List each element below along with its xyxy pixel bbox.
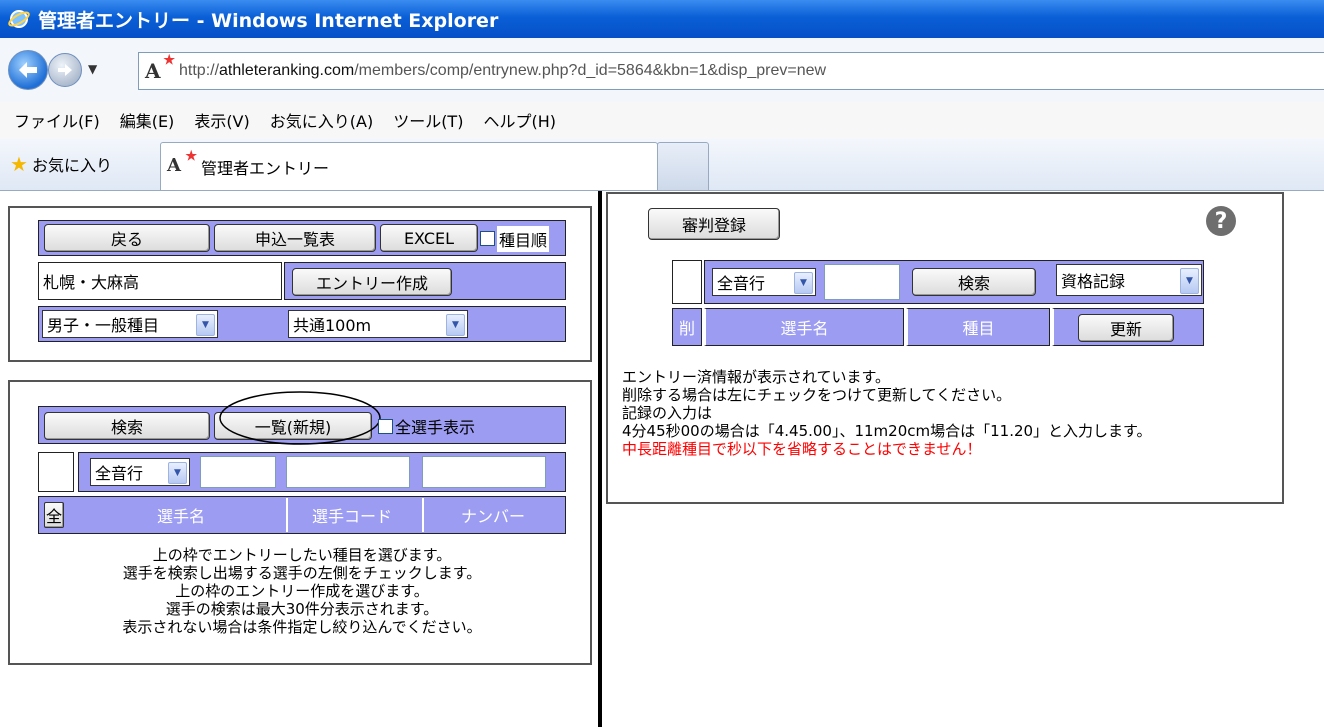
url-text: http://athleteranking.com/members/comp/e… — [179, 62, 826, 80]
chevron-down-icon: ▼ — [168, 462, 187, 484]
instruction-line: 表示されない場合は条件指定し絞り込んでください。 — [122, 618, 482, 636]
info-line: 記録の入力は — [622, 404, 713, 422]
instruction-line: 上の枠のエントリー作成を選びます。 — [175, 582, 429, 600]
back-button[interactable] — [8, 50, 48, 90]
kana-select-value: 全音行 — [95, 464, 144, 483]
entry-selection-panel: 戻る 申込一覧表 EXCEL 種目順 札幌・大麻高 エントリー作成 男子・一般種… — [8, 206, 592, 362]
row-blank-cell — [38, 452, 74, 492]
address-field[interactable]: A ★ http://athleteranking.com/members/com… — [138, 52, 1324, 90]
athlete-name-input[interactable] — [200, 456, 276, 488]
event-select-value: 共通100m — [293, 316, 372, 335]
header-entry-athlete-name: 選手名 — [704, 308, 904, 346]
circle-annotation-icon — [219, 391, 381, 445]
header-athlete-name: 選手名 — [82, 498, 280, 532]
event-select[interactable]: 共通100m ▼ — [288, 310, 468, 338]
site-favicon-icon: A ★ — [145, 53, 175, 83]
back-arrow-icon — [19, 62, 37, 78]
right-kana-select[interactable]: 全音行 ▼ — [712, 268, 816, 296]
header-athlete-code: 選手コード — [286, 498, 416, 532]
favorites-label: お気に入り — [31, 156, 112, 175]
search-instructions: 上の枠でエントリーしたい種目を選びます。 選手を検索し出場する選手の左側をチェッ… — [38, 546, 566, 636]
ie-logo-icon — [8, 10, 30, 28]
url-prefix: http:// — [179, 62, 220, 79]
tab-favicon-letter: A — [167, 154, 181, 176]
new-tab-button[interactable] — [657, 142, 709, 191]
category-select-value: 男子・一般種目 — [47, 316, 160, 335]
menu-view[interactable]: 表示(V) — [194, 108, 249, 132]
record-type-select-value: 資格記録 — [1061, 272, 1126, 291]
create-entry-button[interactable]: エントリー作成 — [292, 268, 452, 296]
help-icon[interactable]: ? — [1206, 206, 1236, 236]
excel-button[interactable]: EXCEL — [380, 224, 478, 252]
right-kana-select-value: 全音行 — [717, 274, 766, 293]
show-all-athletes-checkbox[interactable] — [378, 419, 393, 434]
menu-favorites[interactable]: お気に入り(A) — [270, 108, 373, 132]
chevron-down-icon: ▼ — [1180, 268, 1199, 294]
right-search-button[interactable]: 検索 — [912, 268, 1036, 296]
header-entry-event: 種目 — [906, 308, 1050, 346]
school-name: 札幌・大麻高 — [43, 273, 140, 292]
menu-tools[interactable]: ツール(T) — [393, 108, 463, 132]
menu-help[interactable]: ヘルプ(H) — [483, 108, 556, 132]
tab-title: 管理者エントリー — [201, 158, 330, 178]
tab-favicon-icon: A ★ — [167, 148, 197, 176]
menu-file[interactable]: ファイル(F) — [14, 108, 100, 132]
info-line: 削除する場合は左にチェックをつけて更新してください。 — [622, 386, 1012, 404]
category-select[interactable]: 男子・一般種目 ▼ — [42, 310, 218, 338]
entry-info-text: エントリー済情報が表示されています。 削除する場合は左にチェックをつけて更新して… — [622, 368, 1272, 458]
entry-list-button[interactable]: 申込一覧表 — [214, 224, 376, 252]
search-button[interactable]: 検索 — [44, 412, 210, 440]
info-line: 4分45秒00の場合は「4.45.00」、11m20cm場合は「11.20」と入… — [622, 422, 1152, 440]
show-all-athletes-label: 全選手表示 — [395, 418, 476, 437]
chevron-down-icon: ▼ — [196, 314, 215, 336]
tab-admin-entry[interactable]: A ★ 管理者エントリー — [160, 142, 658, 190]
right-blank-cell — [672, 260, 702, 304]
chevron-down-icon: ▼ — [446, 314, 465, 336]
favorites-button[interactable]: ★ お気に入り — [10, 152, 112, 176]
frame-divider[interactable] — [598, 191, 602, 727]
menu-edit[interactable]: 編集(E) — [120, 108, 175, 132]
forward-arrow-icon — [58, 64, 72, 76]
event-order-label: 種目順 — [497, 226, 550, 252]
address-toolbar: ▼ A ★ http://athleteranking.com/members/c… — [0, 38, 1324, 103]
favorites-star-icon: ★ — [10, 152, 28, 176]
entry-info-panel: 審判登録 ? 全音行 ▼ 検索 資格記録 ▼ 削 選手名 種目 更新 エントリー… — [606, 192, 1284, 504]
warning-line: 中長距離種目で秒以下を省略することはできません！ — [622, 440, 982, 458]
instruction-line: 選手の検索は最大30件分表示されます。 — [165, 600, 439, 618]
record-type-select[interactable]: 資格記録 ▼ — [1056, 264, 1202, 296]
back-page-button[interactable]: 戻る — [44, 224, 210, 252]
athlete-search-panel: 検索 一覧(新規) 全選手表示 全音行 ▼ 全 選手名 選手コード ナンバー 上… — [8, 380, 592, 665]
right-search-input[interactable] — [824, 264, 900, 300]
judge-register-button[interactable]: 審判登録 — [648, 208, 780, 240]
history-dropdown-icon[interactable]: ▼ — [88, 62, 97, 76]
instruction-line: 上の枠でエントリーしたい種目を選びます。 — [152, 546, 452, 564]
menu-bar: ファイル(F) 編集(E) 表示(V) お気に入り(A) ツール(T) ヘルプ(… — [0, 102, 1324, 139]
header-delete: 削 — [672, 308, 702, 346]
kana-select[interactable]: 全音行 ▼ — [90, 458, 190, 486]
chevron-down-icon: ▼ — [794, 272, 813, 294]
url-host: athleteranking.com — [219, 62, 355, 79]
school-name-cell: 札幌・大麻高 — [38, 262, 282, 300]
url-path: /members/comp/entrynew.php?d_id=5864&kbn… — [354, 62, 827, 79]
update-button[interactable]: 更新 — [1078, 314, 1174, 342]
favorites-bar: ★ お気に入り A ★ 管理者エントリー — [0, 138, 1324, 191]
forward-button[interactable] — [48, 53, 82, 87]
athlete-number-input[interactable] — [422, 456, 546, 488]
window-title: 管理者エントリー - Windows Internet Explorer — [38, 9, 499, 32]
select-all-button[interactable]: 全 — [44, 502, 64, 528]
instruction-line: 選手を検索し出場する選手の左側をチェックします。 — [122, 564, 482, 582]
header-athlete-number: ナンバー — [422, 498, 562, 532]
info-line: エントリー済情報が表示されています。 — [622, 368, 891, 386]
window-title-bar: 管理者エントリー - Windows Internet Explorer — [0, 0, 1324, 38]
athlete-code-input[interactable] — [286, 456, 410, 488]
event-order-checkbox[interactable] — [480, 231, 495, 246]
site-favicon-letter: A — [145, 59, 161, 83]
